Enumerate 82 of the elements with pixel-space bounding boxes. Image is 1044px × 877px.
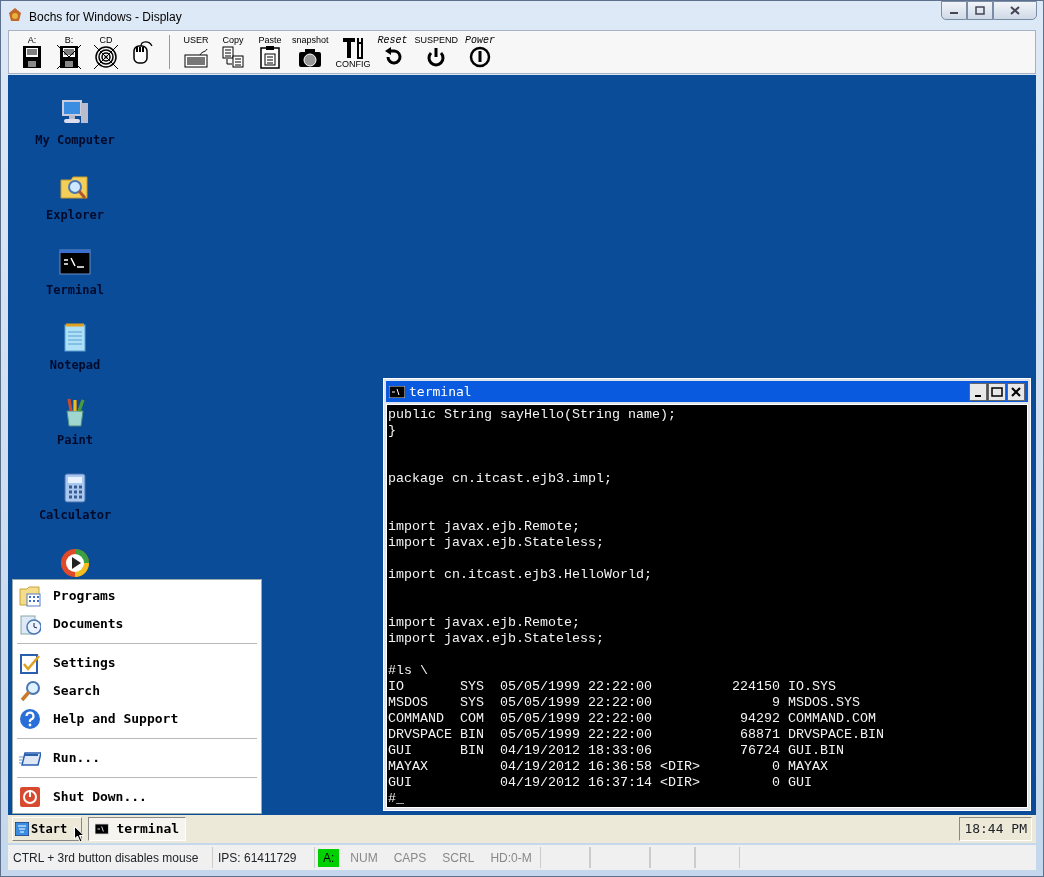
help-icon: [19, 708, 41, 730]
floppy-icon: [20, 44, 44, 69]
minimize-button[interactable]: [941, 1, 967, 20]
clock: 18:44 PM: [959, 817, 1032, 841]
documents-clock-icon: [19, 613, 41, 635]
terminal-line: MAYAX 04/19/2012 16:36:58 <DIR> 0 MAYAX: [388, 759, 829, 775]
terminal-line: COMMAND COM 05/05/1999 22:22:00 94292 COMMAND.COM: [388, 711, 877, 727]
start-menu-item[interactable]: Programs: [13, 582, 261, 610]
close-button[interactable]: [993, 1, 1037, 20]
terminal-line: import javax.ejb.Stateless;: [388, 535, 605, 551]
status-panel: [539, 847, 590, 868]
console-icon: [95, 823, 109, 835]
floppy-icon: [57, 44, 81, 69]
terminal-line: import javax.ejb.Remote;: [388, 519, 581, 535]
start-menu-item[interactable]: Documents: [13, 610, 261, 638]
app-logo-icon: [7, 7, 23, 23]
start-menu-item[interactable]: Shut Down...: [13, 783, 261, 811]
terminal-line: GUI BIN 04/19/2012 18:33:06 76724 GUI.BIN: [388, 743, 845, 759]
taskbar-button[interactable]: terminal: [88, 817, 187, 841]
terminal-line: IO SYS 05/05/1999 22:22:00 224150 IO.SYS: [388, 679, 837, 695]
cdrom-icon: [94, 44, 118, 69]
terminal-line: import javax.ejb.Remote;: [388, 615, 581, 631]
checklist-icon: [19, 652, 41, 674]
terminal-line: GUI 04/19/2012 16:37:14 <DIR> 0 GUI: [388, 775, 813, 791]
media-player-icon: [59, 547, 91, 579]
terminal-line: DRVSPACE BIN 05/05/1999 22:22:00 68871 DRVSPACE.BIN: [388, 727, 885, 743]
copy-icon: [221, 44, 245, 69]
start-icon: [15, 822, 29, 836]
minimize-button[interactable]: [969, 382, 987, 401]
status-indicator: SCRL: [441, 849, 476, 867]
mouse-cursor-icon: [74, 826, 86, 843]
status-indicator: CAPS: [392, 849, 428, 867]
power-icon: [468, 44, 493, 69]
terminal-line: import cn.itcast.ejb3.HelloWorld;: [388, 567, 653, 583]
config-icon: [341, 35, 366, 60]
status-panel: [694, 847, 740, 868]
programs-folder-icon: [19, 585, 41, 607]
status-panel: [649, 847, 695, 868]
start-menu-item[interactable]: Run...: [13, 744, 261, 772]
paste-icon: [258, 44, 282, 69]
maximize-icon: [991, 386, 1003, 397]
maximize-icon: [975, 6, 985, 15]
minimize-icon: [975, 394, 981, 397]
close-icon: [1011, 386, 1021, 397]
user-keys-button[interactable]: USER: [181, 32, 211, 72]
terminal-title: terminal: [409, 382, 472, 401]
status-indicator: HD:0-M: [489, 849, 533, 867]
suspend-button[interactable]: SUSPEND: [414, 32, 459, 72]
terminal-line: import javax.ejb.Stateless;: [388, 631, 605, 647]
terminal-line: }: [388, 423, 397, 439]
maximize-button[interactable]: [967, 1, 993, 20]
cdrom-drive-button[interactable]: CD: [91, 32, 121, 72]
ips-counter: IPS: 61411729: [218, 849, 297, 867]
window-title: Bochs for Windows - Display: [29, 9, 182, 26]
close-button[interactable]: [1007, 382, 1025, 401]
config-button[interactable]: CONFIG: [335, 32, 371, 72]
close-icon: [1010, 6, 1020, 15]
maximize-button[interactable]: [988, 382, 1006, 401]
start-menu-item[interactable]: Help and Support: [13, 705, 261, 733]
power-icon: [19, 786, 41, 808]
snapshot-button[interactable]: snapshot: [292, 32, 329, 72]
console-icon: [389, 385, 405, 398]
status-message: CTRL + 3rd button disables mouse: [13, 849, 199, 867]
start-menu-item[interactable]: Search: [13, 677, 261, 705]
mouse-icon: [131, 40, 155, 64]
terminal-line: #_: [388, 791, 405, 807]
paste-button[interactable]: Paste: [255, 32, 285, 72]
status-indicator: NUM: [349, 849, 379, 867]
copy-button[interactable]: Copy: [218, 32, 248, 72]
status-panel: [589, 847, 650, 868]
terminal-line: public String sayHello(String name);: [388, 407, 677, 423]
floppy-drive-button[interactable]: B:: [54, 32, 84, 72]
terminal-line: #ls \: [388, 663, 429, 679]
start-menu-item[interactable]: Settings: [13, 649, 261, 677]
terminal-line: package cn.itcast.ejb3.impl;: [388, 471, 613, 487]
search-icon: [19, 680, 41, 702]
start-button[interactable]: Start: [12, 817, 83, 841]
terminal-line: MSDOS SYS 05/05/1999 22:22:00 9 MSDOS.SYS: [388, 695, 861, 711]
reset-button[interactable]: Reset: [377, 32, 408, 72]
status-indicator: A:: [318, 848, 340, 867]
floppy-drive-button[interactable]: A:: [17, 32, 47, 72]
power-button[interactable]: Power: [465, 32, 496, 72]
